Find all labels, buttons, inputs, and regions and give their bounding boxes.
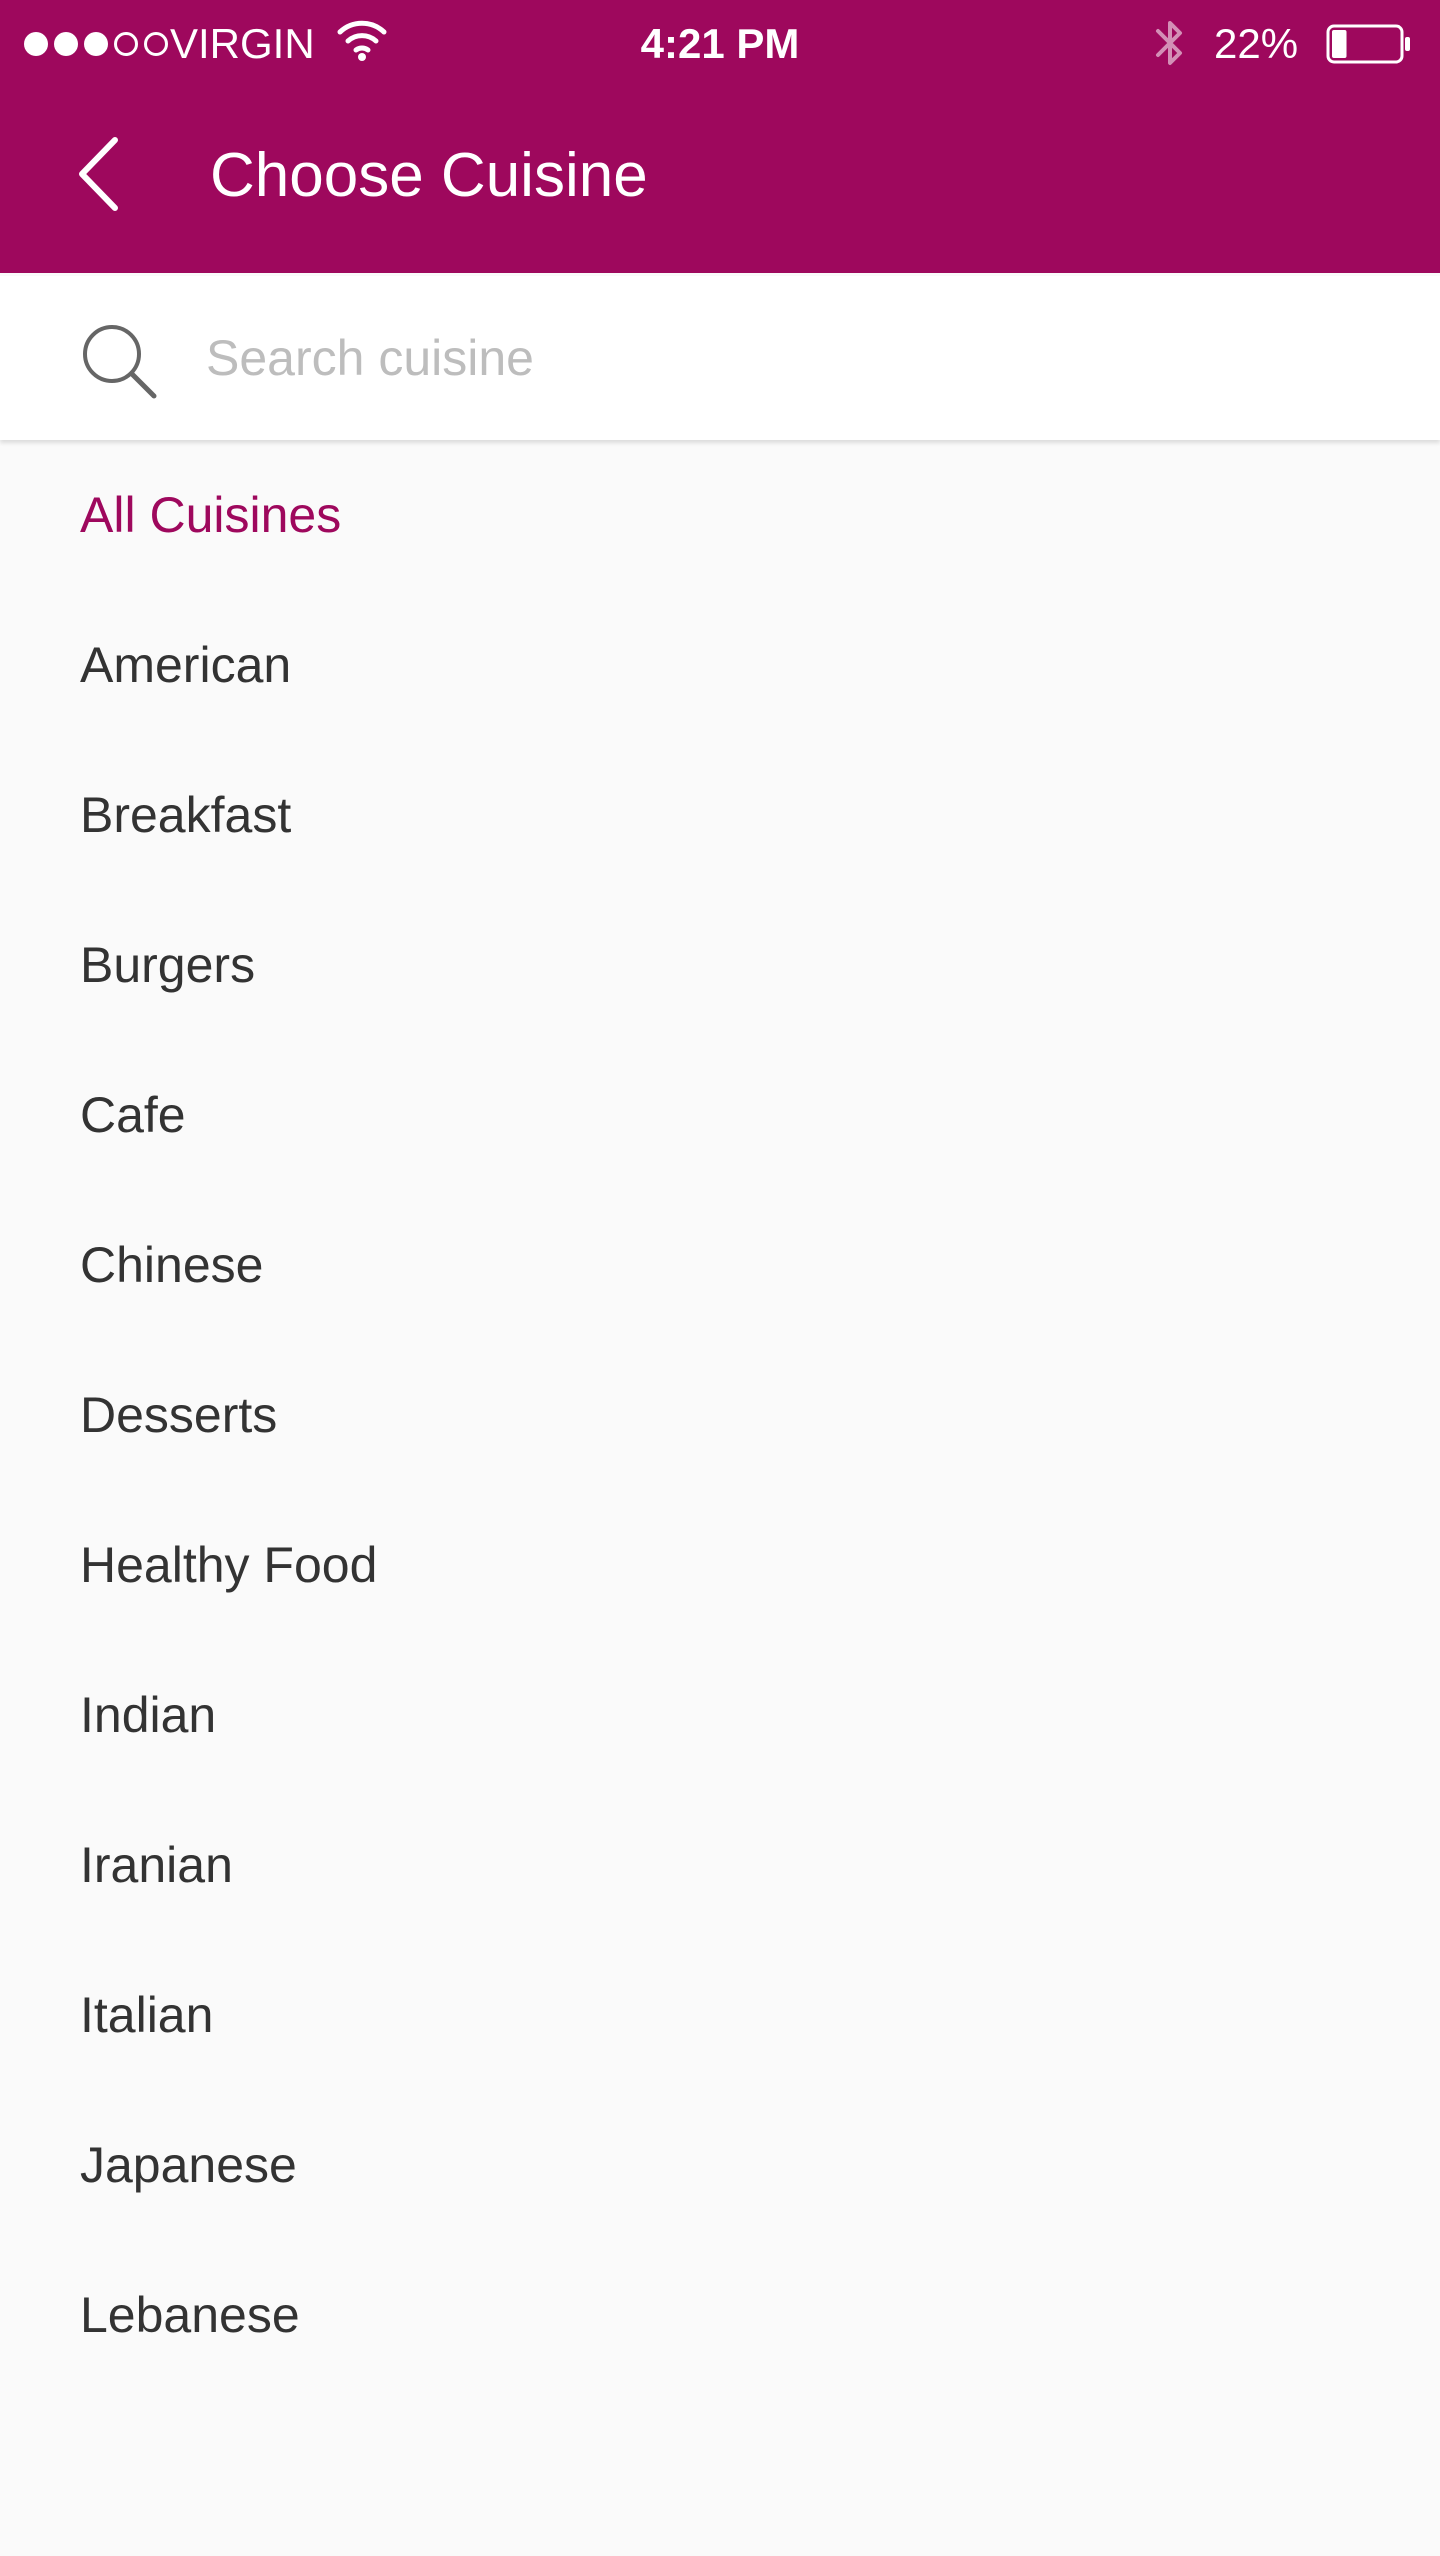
cuisine-item-japanese[interactable]: Japanese [0,2090,1440,2240]
cuisine-item-italian[interactable]: Italian [0,1940,1440,2090]
app-header: VIRGIN 4:21 PM 22% Choose Cuisine [0,0,1440,273]
status-bar: VIRGIN 4:21 PM 22% [0,0,1440,88]
cuisine-item-healthy-food[interactable]: Healthy Food [0,1490,1440,1640]
chevron-left-icon [79,137,118,211]
cuisine-item-chinese[interactable]: Chinese [0,1190,1440,1340]
search-icon[interactable] [78,320,158,400]
cuisine-item-desserts[interactable]: Desserts [0,1340,1440,1490]
bluetooth-icon [1152,16,1188,76]
battery-percent: 22% [1214,20,1299,67]
page-title: Choose Cuisine [210,141,648,210]
back-button[interactable] [60,128,140,218]
cuisine-item-breakfast[interactable]: Breakfast [0,740,1440,890]
cuisine-list: All Cuisines American Breakfast Burgers Cafe… [0,440,1440,2390]
cuisine-item-american[interactable]: American [0,590,1440,740]
cuisine-item-iranian[interactable]: Iranian [0,1790,1440,1940]
cuisine-item-all-cuisines[interactable]: All Cuisines [0,440,1440,590]
cuisine-item-burgers[interactable]: Burgers [0,890,1440,1040]
cuisine-item-lebanese[interactable]: Lebanese [0,2240,1440,2390]
navigation-bar: Choose Cuisine [0,88,1440,273]
cuisine-item-indian[interactable]: Indian [0,1640,1440,1790]
cuisine-item-cafe[interactable]: Cafe [0,1040,1440,1190]
search-bar [0,276,1440,440]
battery-icon [1326,24,1412,64]
search-input[interactable] [206,312,1386,404]
